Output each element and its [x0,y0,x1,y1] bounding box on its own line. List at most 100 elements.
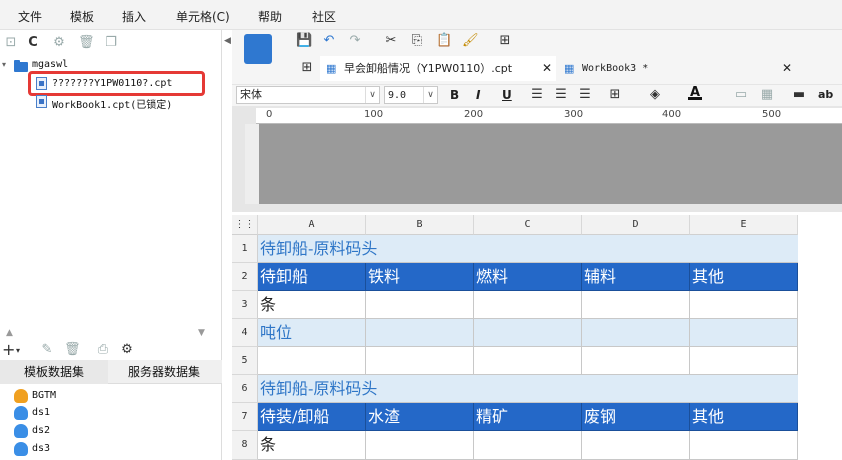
data-cell[interactable] [366,291,474,319]
preview-icon[interactable]: ⎙ [96,343,110,357]
border-icon[interactable]: ⊞ [608,88,622,102]
edit-icon[interactable]: ✎ [40,343,54,357]
collapse-panel-icon[interactable]: ◀ [224,36,231,46]
row-header[interactable]: 4 [232,319,258,347]
data-cell[interactable] [582,319,690,347]
tab-server-dataset[interactable]: 服务器数据集 [108,360,220,384]
menu-cell[interactable]: 单元格(C) [176,8,230,25]
header-cell[interactable]: 待装/卸船 [258,403,366,431]
header-cell[interactable]: 水渣 [366,403,474,431]
text-wrap-button[interactable]: ab [818,88,833,101]
select-all-corner[interactable]: ⋮⋮ [232,215,258,235]
fill-color-icon[interactable]: ◈ [648,88,662,102]
cut-icon[interactable]: ✂ [384,34,398,48]
data-cell[interactable] [258,347,366,375]
data-cell[interactable] [690,347,798,375]
data-cell[interactable]: 条 [258,431,366,460]
delete-dataset-icon[interactable]: 🗑 [64,343,81,357]
menu-file[interactable]: 文件 [18,8,42,25]
data-cell[interactable] [690,291,798,319]
font-family-select[interactable]: 宋体 ∨ [236,86,380,104]
dataset-item[interactable]: BGTM [32,390,56,401]
data-cell[interactable] [690,431,798,460]
data-cell[interactable] [366,347,474,375]
row-header[interactable]: 1 [232,235,258,263]
menu-insert[interactable]: 插入 [122,8,146,25]
data-cell[interactable] [582,347,690,375]
copy-cell-icon[interactable]: ⎘ [410,34,424,48]
align-left-icon[interactable]: ☰ [530,88,544,102]
dropdown-arrow-icon[interactable]: ▾ [16,346,20,355]
row-header[interactable]: 5 [232,347,258,375]
new-report-icon[interactable] [244,34,272,64]
bold-button[interactable]: B [450,88,459,102]
close-icon[interactable]: ✕ [782,56,792,81]
merge-cells-icon[interactable]: ▭ [734,88,748,102]
align-center-icon[interactable]: ☰ [554,88,568,102]
menu-help[interactable]: 帮助 [258,8,282,25]
title-cell[interactable]: 待卸船-原料码头 [258,375,798,403]
dataset-item[interactable]: ds1 [32,407,50,418]
data-cell[interactable] [582,291,690,319]
menu-community[interactable]: 社区 [312,8,336,25]
tab-template-dataset[interactable]: 模板数据集 [0,360,108,384]
data-cell[interactable] [474,319,582,347]
data-cell[interactable] [474,291,582,319]
font-size-select[interactable]: 9.0 ∨ [384,86,438,104]
data-cell[interactable] [690,319,798,347]
header-cell[interactable]: 废钢 [582,403,690,431]
header-cell[interactable]: 燃料 [474,263,582,291]
tab-report-1[interactable]: ▦ 早会卸船情况（Y1PW0110）.cpt ✕ [320,56,556,81]
close-icon[interactable]: ✕ [542,56,552,81]
tab-workbook3[interactable]: ▦ WorkBook3 * ✕ [560,56,796,81]
column-header[interactable]: B [366,215,474,235]
data-cell[interactable] [582,431,690,460]
data-cell[interactable]: 条 [258,291,366,319]
dataset-settings-icon[interactable]: ⚙ [120,343,134,357]
preview-report-icon[interactable]: ⊞ [498,34,512,48]
insert-row-icon[interactable]: ▬ [792,88,806,102]
refresh-icon[interactable]: C [26,36,40,50]
row-header[interactable]: 2 [232,263,258,291]
copy-icon[interactable]: ❐ [104,36,118,50]
font-color-icon[interactable]: A [688,86,702,100]
align-right-icon[interactable]: ☰ [578,88,592,102]
header-cell[interactable]: 其他 [690,263,798,291]
save-icon[interactable]: 💾 [296,34,312,48]
title-cell[interactable]: 待卸船-原料码头 [258,235,798,263]
redo-icon[interactable]: ↷ [348,34,362,48]
scroll-down-icon[interactable]: ▼ [198,328,205,338]
paste-icon[interactable]: 📋 [436,34,452,48]
header-cell[interactable]: 辅料 [582,263,690,291]
column-header[interactable]: C [474,215,582,235]
row-header[interactable]: 6 [232,375,258,403]
menu-template[interactable]: 模板 [70,8,94,25]
format-painter-icon[interactable]: 🖌 [462,34,479,48]
dataset-item[interactable]: ds2 [32,425,50,436]
dataset-item[interactable]: ds3 [32,443,50,454]
header-cell[interactable]: 精矿 [474,403,582,431]
tree-file-1[interactable]: ???????Y1PW0110?.cpt [52,78,172,89]
header-cell[interactable]: 其他 [690,403,798,431]
column-header[interactable]: D [582,215,690,235]
expand-arrow-icon[interactable]: ▾ [2,60,6,69]
new-folder-icon[interactable]: ⊡ [4,36,18,50]
data-cell[interactable] [474,347,582,375]
row-header[interactable]: 8 [232,431,258,460]
split-cells-icon[interactable]: ▦ [760,88,774,102]
underline-button[interactable]: U [502,88,512,102]
data-cell[interactable] [366,319,474,347]
row-header[interactable]: 3 [232,291,258,319]
scroll-up-icon[interactable]: ▲ [6,328,13,338]
column-header[interactable]: A [258,215,366,235]
data-cell[interactable] [474,431,582,460]
grid-toggle-icon[interactable]: ⊞ [300,61,314,75]
data-cell[interactable] [366,431,474,460]
add-dataset-icon[interactable]: + [2,340,15,359]
delete-icon[interactable]: 🗑 [78,36,95,50]
header-cell[interactable]: 待卸船 [258,263,366,291]
label-cell[interactable]: 吨位 [258,319,366,347]
italic-button[interactable]: I [476,88,480,102]
tree-folder-label[interactable]: mgaswl [32,59,68,70]
header-cell[interactable]: 铁料 [366,263,474,291]
